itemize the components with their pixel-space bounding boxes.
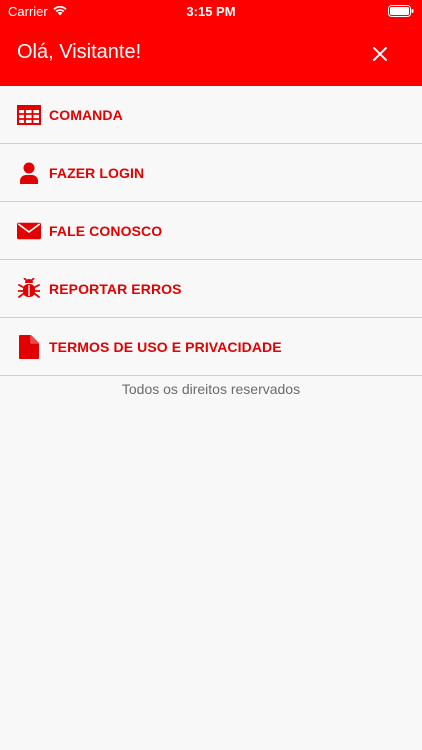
app-header: Carrier 3:15 PM Olá, Visitante! <box>0 0 422 86</box>
envelope-icon <box>17 219 41 243</box>
close-icon <box>373 47 387 61</box>
close-button[interactable] <box>364 38 396 70</box>
page-title: Olá, Visitante! <box>17 41 142 63</box>
user-icon <box>17 161 41 185</box>
status-bar: Carrier 3:15 PM <box>0 0 422 22</box>
copyright-footer: Todos os direitos reservados <box>121 381 301 397</box>
menu-item-label: FALE CONOSCO <box>49 222 163 239</box>
menu-item-label: FAZER LOGIN <box>49 164 145 181</box>
menu-item-terms[interactable]: TERMOS DE USO E PRIVACIDADE <box>0 318 422 376</box>
menu-item-label: TERMOS DE USO E PRIVACIDADE <box>49 338 282 355</box>
menu-item-label: COMANDA <box>49 106 123 123</box>
menu-item-comanda[interactable]: COMANDA <box>0 86 422 144</box>
menu-item-report-bugs[interactable]: REPORTAR ERROS <box>0 260 422 318</box>
bug-icon <box>17 277 41 301</box>
battery-icon <box>388 5 414 17</box>
menu-item-login[interactable]: FAZER LOGIN <box>0 144 422 202</box>
document-icon <box>17 334 41 359</box>
clock-label: 3:15 PM <box>186 4 236 19</box>
menu-item-label: REPORTAR ERROS <box>49 280 182 297</box>
side-menu: COMANDA FAZER LOGIN FALE CONOSCO REPORTA… <box>0 86 422 376</box>
table-icon <box>17 103 41 127</box>
menu-item-contact[interactable]: FALE CONOSCO <box>0 202 422 260</box>
